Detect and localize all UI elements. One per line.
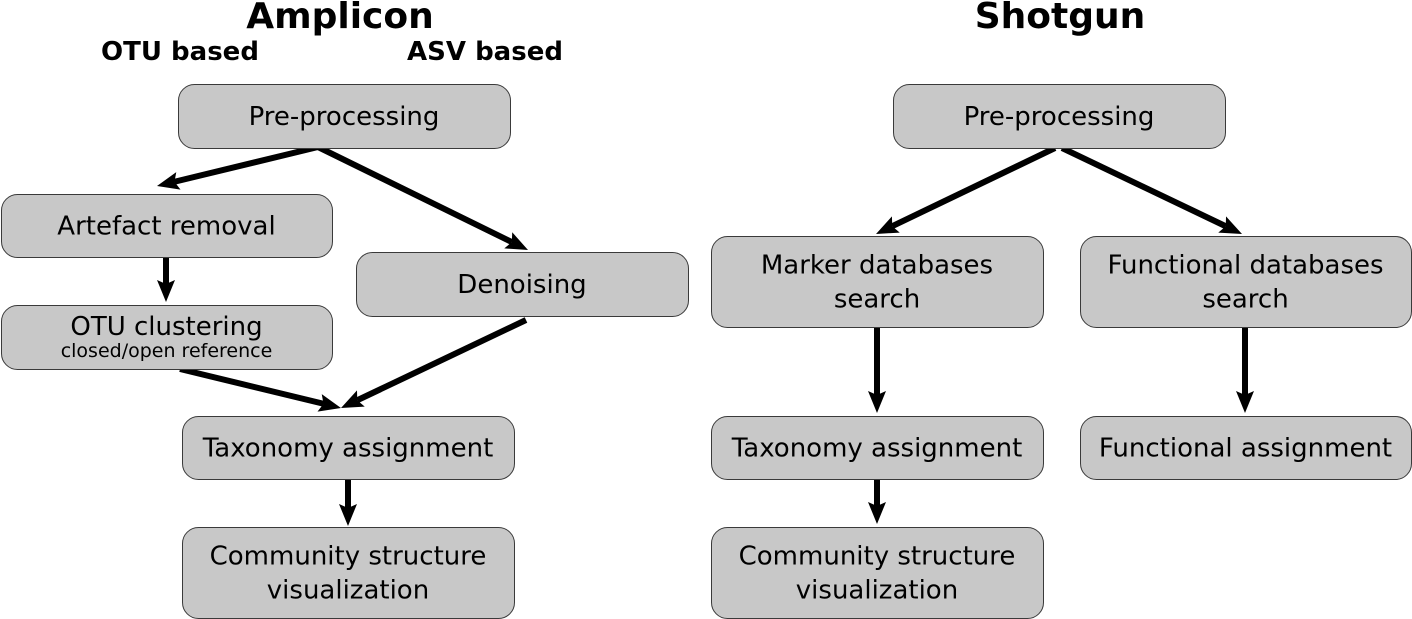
subtitle-otu-based: OTU based [101, 37, 259, 67]
node-label: Functional databases [1107, 251, 1383, 281]
node-s-pre: Pre-processing [893, 84, 1226, 149]
node-a-pre: Pre-processing [178, 84, 511, 149]
arrow-a-tax-to-a-comm [339, 479, 357, 526]
node-label: visualization [267, 576, 429, 606]
node-label: Functional assignment [1099, 434, 1392, 464]
node-label: Pre-processing [964, 102, 1155, 132]
arrow-s-pre-to-s-marker [876, 145, 1057, 234]
node-label: Artefact removal [57, 212, 275, 242]
node-label: search [1202, 285, 1288, 315]
node-s-func: Functional databases search [1080, 236, 1412, 328]
arrow-shaft [316, 144, 514, 245]
arrow-a-pre-to-a-artefact [157, 144, 319, 190]
node-s-tax: Taxonomy assignment [711, 416, 1044, 480]
subtitle-asv-based: ASV based [407, 37, 563, 67]
titles-layer: Amplicon OTU based ASV based Shotgun [101, 0, 1145, 67]
arrow-a-denoise-to-a-tax [341, 317, 528, 408]
node-sublabel: closed/open reference [61, 340, 273, 362]
arrow-shaft [355, 317, 528, 403]
node-label: Pre-processing [249, 102, 440, 132]
arrow-a-otu-to-a-tax [179, 366, 341, 412]
nodes-layer: Pre-processing Artefact removal Denoising O… [1, 84, 1412, 619]
workflow-diagram: Pre-processing Artefact removal Denoising O… [1, 0, 1412, 619]
arrow-s-marker-to-s-tax [868, 327, 886, 413]
node-label: visualization [796, 576, 958, 606]
node-s-marker: Marker databases search [711, 236, 1044, 328]
node-label: Marker databases [761, 251, 993, 281]
node-label: Taxonomy assignment [731, 434, 1023, 464]
section-title-amplicon: Amplicon [246, 0, 434, 37]
arrow-s-pre-to-s-func [1060, 145, 1242, 234]
node-a-otu: OTU clusteringclosed/open reference [1, 305, 333, 370]
node-a-artefact: Artefact removal [1, 194, 333, 258]
section-title-shotgun: Shotgun [975, 0, 1146, 37]
node-label: Taxonomy assignment [202, 434, 494, 464]
node-a-tax: Taxonomy assignment [182, 416, 515, 480]
node-label: OTU clustering [70, 312, 262, 342]
node-label: Community structure [210, 542, 487, 572]
arrow-shaft [173, 144, 319, 185]
arrow-a-pre-to-a-denoise [316, 144, 528, 250]
arrow-a-artefact-to-a-otu [157, 257, 175, 302]
arrow-shaft [179, 366, 325, 407]
node-a-denoise: Denoising [356, 252, 689, 317]
arrow-s-func-to-s-funcassign [1236, 327, 1254, 413]
node-a-comm: Community structure visualization [182, 527, 515, 619]
arrow-shaft [890, 145, 1057, 229]
node-label: Denoising [457, 270, 586, 300]
node-s-funcassign: Functional assignment [1080, 416, 1412, 480]
node-label: search [834, 285, 920, 315]
arrow-shaft [1060, 145, 1228, 229]
node-label: Community structure [739, 542, 1016, 572]
node-s-comm: Community structure visualization [711, 527, 1044, 619]
arrow-s-tax-to-s-comm [868, 479, 886, 524]
